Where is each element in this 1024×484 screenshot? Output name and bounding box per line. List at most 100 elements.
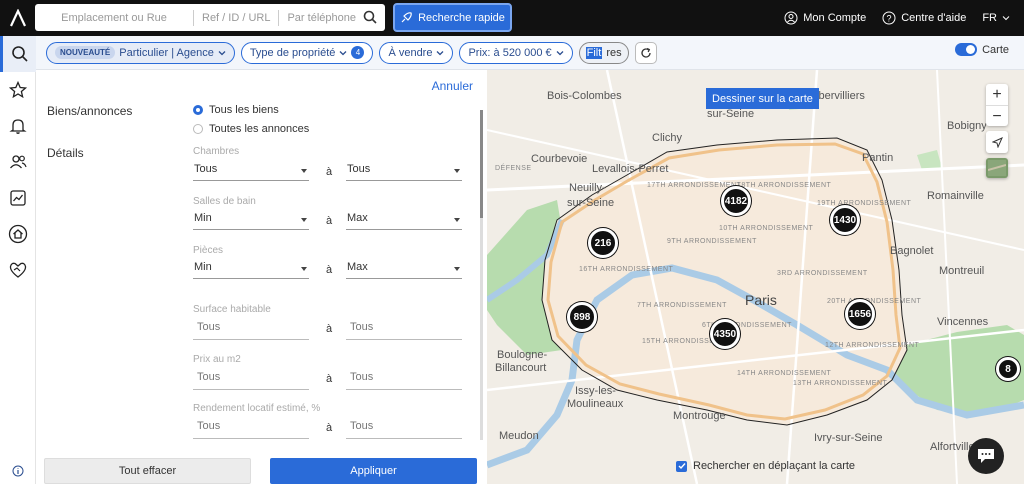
language-label: FR	[982, 12, 997, 24]
reference-input[interactable]: Ref / ID / URL	[194, 12, 278, 24]
filter-bar: NOUVEAUTÉ Particulier | Agence Type de p…	[36, 36, 1024, 70]
filters-button[interactable]: Filt res	[578, 41, 629, 64]
cancel-link[interactable]: Annuler	[432, 79, 473, 93]
map-cluster[interactable]: 1430	[830, 205, 860, 235]
draw-on-map-button[interactable]: Dessiner sur la carte	[706, 88, 819, 109]
clear-all-button[interactable]: Tout effacer	[44, 458, 251, 484]
account-button[interactable]: Mon Compte	[784, 11, 866, 25]
bedrooms-min-value: Tous	[194, 163, 218, 175]
help-center-button[interactable]: ? Centre d'aide	[882, 11, 966, 25]
map-cluster[interactable]: 1656	[845, 299, 875, 329]
quick-search-label: Recherche rapide	[418, 11, 505, 24]
property-type-count: 4	[351, 46, 365, 59]
living-area-min-input[interactable]: Tous	[193, 321, 309, 340]
map-label-courbevoie: Courbevoie	[531, 153, 588, 165]
search-icon[interactable]	[363, 10, 377, 27]
apply-button[interactable]: Appliquer	[270, 458, 477, 484]
rooms-max-select[interactable]: Max	[346, 261, 462, 279]
checkbox-checked[interactable]	[676, 460, 687, 472]
locate-button[interactable]	[986, 131, 1008, 153]
location-input[interactable]: Emplacement ou Rue	[35, 12, 193, 24]
satellite-layer-button[interactable]	[986, 158, 1008, 178]
quick-search-button[interactable]: Recherche rapide	[393, 3, 512, 32]
rental-yield-min-input[interactable]: Tous	[193, 420, 309, 439]
info-icon[interactable]	[12, 465, 24, 480]
living-area-max-input[interactable]: Tous	[346, 321, 462, 340]
rooms-min-select[interactable]: Min	[193, 261, 309, 279]
filters-panel: Annuler Biens/annonces Tous les biens To…	[36, 70, 486, 484]
transaction-filter[interactable]: À vendre	[379, 41, 454, 64]
price-m2-min-input[interactable]: Tous	[193, 371, 309, 390]
caret-down-icon	[454, 218, 460, 222]
map-cluster[interactable]: 216	[588, 228, 618, 258]
map-label-paris: Paris	[745, 292, 777, 308]
sidebar-item-favorites[interactable]	[0, 72, 36, 108]
rental-yield-max-input[interactable]: Tous	[346, 420, 462, 439]
price-m2-max-input[interactable]: Tous	[346, 371, 462, 390]
bedrooms-max-select[interactable]: Tous	[346, 163, 462, 181]
chevron-down-icon	[1002, 16, 1010, 21]
star-icon	[9, 81, 27, 99]
radio-all-goods[interactable]: Tous les biens	[193, 104, 279, 116]
app-logo[interactable]	[0, 0, 36, 36]
map-cluster[interactable]: 4350	[710, 319, 740, 349]
zoom-out-button[interactable]: −	[986, 105, 1008, 126]
map-label-sur-seine: sur-Seine	[707, 108, 755, 120]
map-label-montreuil: Montreuil	[939, 265, 985, 277]
map-label-moulineaux: Moulineaux	[567, 398, 624, 410]
map-label-meudon: Meudon	[499, 430, 539, 442]
map-label-bois-colombes: Bois-Colombes	[547, 90, 622, 102]
map-label-neuilly-sur-seine: sur-Seine	[567, 197, 615, 209]
chevron-down-icon	[218, 50, 226, 55]
bathrooms-max-value: Max	[347, 212, 368, 224]
property-type-filter[interactable]: Type de propriété 4	[240, 41, 374, 64]
user-icon	[784, 11, 798, 25]
to-label: à	[326, 323, 333, 335]
map-label-bobigny: Bobigny	[947, 120, 987, 132]
zoom-in-button[interactable]: +	[992, 84, 1001, 105]
check-icon	[678, 463, 686, 470]
map-label-defense: DÉFENSE	[495, 165, 532, 172]
price-filter[interactable]: Prix: à 520 000 €	[459, 41, 573, 64]
seller-type-filter[interactable]: NOUVEAUTÉ Particulier | Agence	[46, 41, 235, 64]
search-on-move-checkbox[interactable]: Rechercher en déplaçant la carte	[676, 460, 855, 472]
phone-input[interactable]: Par téléphone	[279, 12, 364, 24]
sidebar-item-analytics[interactable]	[0, 180, 36, 216]
chat-button[interactable]	[968, 438, 1004, 474]
bathrooms-min-select[interactable]: Min	[193, 212, 309, 230]
bathrooms-max-select[interactable]: Max	[346, 212, 462, 230]
map-cluster[interactable]: 8	[996, 357, 1020, 381]
caret-down-icon	[301, 267, 307, 271]
sidebar-item-alerts[interactable]	[0, 108, 36, 144]
chevron-down-icon	[339, 50, 347, 55]
reset-filters-button[interactable]	[634, 41, 657, 64]
map-label-arr14: 14TH ARRONDISSEMENT	[737, 370, 832, 377]
satellite-thumbnail-icon	[988, 160, 1006, 176]
map-label-arr10: 10TH ARRONDISSEMENT	[719, 225, 814, 232]
sidebar-item-contacts[interactable]	[0, 144, 36, 180]
radio-all-listings[interactable]: Toutes les annonces	[193, 123, 309, 135]
bedrooms-label: Chambres	[193, 146, 240, 157]
radio-all-listings-label: Toutes les annonces	[209, 123, 310, 135]
radio-button-selected[interactable]	[193, 105, 203, 115]
sidebar-item-search[interactable]	[0, 36, 36, 72]
sidebar	[0, 36, 36, 484]
panel-scrollbar[interactable]	[480, 110, 483, 440]
map-label-issy: Issy-les-	[575, 385, 616, 397]
rocket-icon	[401, 11, 412, 22]
sidebar-item-deals[interactable]	[0, 252, 36, 288]
map-view[interactable]: Bois-Colombes Aubervilliers sur-Seine Bo…	[487, 70, 1024, 484]
map-toggle-switch[interactable]	[955, 43, 978, 56]
bedrooms-min-select[interactable]: Tous	[193, 163, 309, 181]
language-selector[interactable]: FR	[982, 12, 1010, 24]
map-label-ivry: Ivry-sur-Seine	[814, 432, 883, 444]
radio-button[interactable]	[193, 124, 203, 134]
refresh-icon	[641, 47, 651, 58]
map-cluster[interactable]: 898	[567, 302, 597, 332]
map-toggle[interactable]: Carte	[955, 43, 1009, 56]
map-cluster[interactable]: 4182	[721, 186, 751, 216]
sidebar-item-valuation[interactable]	[0, 216, 36, 252]
bathrooms-min-value: Min	[194, 212, 212, 224]
locate-arrow-icon	[991, 136, 1003, 148]
price-m2-label: Prix au m2	[193, 354, 241, 365]
